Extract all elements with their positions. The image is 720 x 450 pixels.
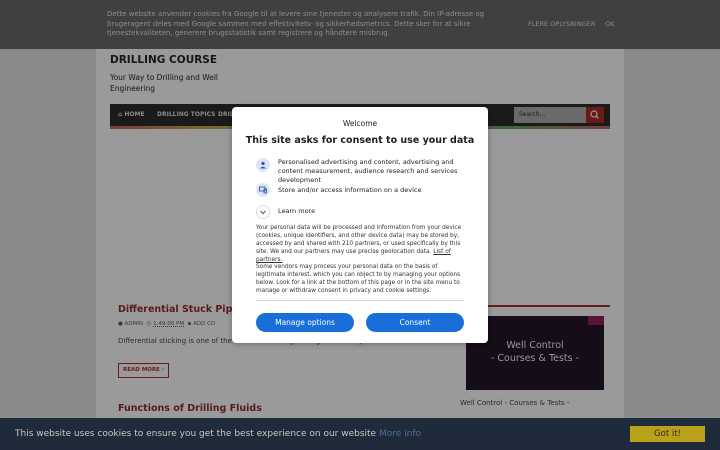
ok-button[interactable]: OK bbox=[605, 20, 614, 28]
nav-item-label: HOME bbox=[124, 111, 145, 118]
dialog-divider bbox=[256, 300, 464, 301]
post-title[interactable]: Functions of Drilling Fluids bbox=[118, 403, 262, 414]
more-info-link[interactable]: FLERE OPLYSNINGER bbox=[528, 20, 595, 28]
chevron-down-icon[interactable] bbox=[256, 205, 270, 219]
learn-more-toggle[interactable]: Learn more bbox=[278, 207, 468, 216]
dialog-legit-interest-text: Some vendors may process your personal d… bbox=[256, 264, 461, 294]
site-tagline: Your Way to Drilling and Well Engineerin… bbox=[110, 73, 219, 93]
search-button[interactable] bbox=[586, 107, 604, 123]
purpose-store-access: Store and/or access information on a dev… bbox=[278, 186, 422, 194]
search-icon bbox=[590, 110, 599, 119]
bottom-cookie-message: This website uses cookies to ensure you … bbox=[15, 429, 421, 439]
promo-corner-ribbon bbox=[588, 316, 604, 325]
promo-subheading: - Courses & Tests - bbox=[490, 353, 580, 364]
post-time: 1:49:00 PM bbox=[153, 321, 185, 327]
got-it-button[interactable]: Got it! bbox=[630, 426, 705, 442]
consent-button[interactable]: Consent bbox=[366, 313, 464, 332]
more-info-link[interactable]: More info bbox=[379, 429, 421, 439]
dialog-body-text: Your personal data will be processed and… bbox=[256, 224, 466, 264]
device-icon bbox=[256, 183, 270, 197]
manage-options-button[interactable]: Manage options bbox=[256, 313, 354, 332]
purpose-personalised-ads: Personalised advertising and content, ad… bbox=[278, 158, 458, 184]
post-author[interactable]: ADMIN bbox=[125, 321, 143, 327]
person-icon bbox=[256, 158, 270, 172]
post-comment-link[interactable]: ADD CO bbox=[193, 321, 215, 327]
nav-item-home[interactable]: ⌂ HOME bbox=[118, 104, 145, 126]
bottom-cookie-text: This website uses cookies to ensure you … bbox=[15, 429, 377, 439]
site-title[interactable]: DRILLING COURSE bbox=[110, 54, 217, 66]
search-input[interactable]: Search... bbox=[514, 107, 586, 123]
dialog-welcome: Welcome bbox=[342, 119, 378, 128]
dialog-body-paragraph: Your personal data will be processed and… bbox=[256, 225, 462, 255]
read-more-button[interactable]: READ MORE › bbox=[118, 363, 170, 378]
post-meta: ● ADMIN ◷ 1:49:00 PM ▪ ADD CO bbox=[118, 321, 215, 327]
nav-item-drilling-topics[interactable]: DRILLING TOPICS bbox=[157, 104, 215, 126]
dialog-title: This site asks for consent to use your d… bbox=[245, 135, 475, 146]
top-cookie-text: Dette website anvender cookies fra Googl… bbox=[107, 10, 485, 37]
promo-caption[interactable]: Well Control - Courses & Tests - bbox=[460, 399, 569, 407]
